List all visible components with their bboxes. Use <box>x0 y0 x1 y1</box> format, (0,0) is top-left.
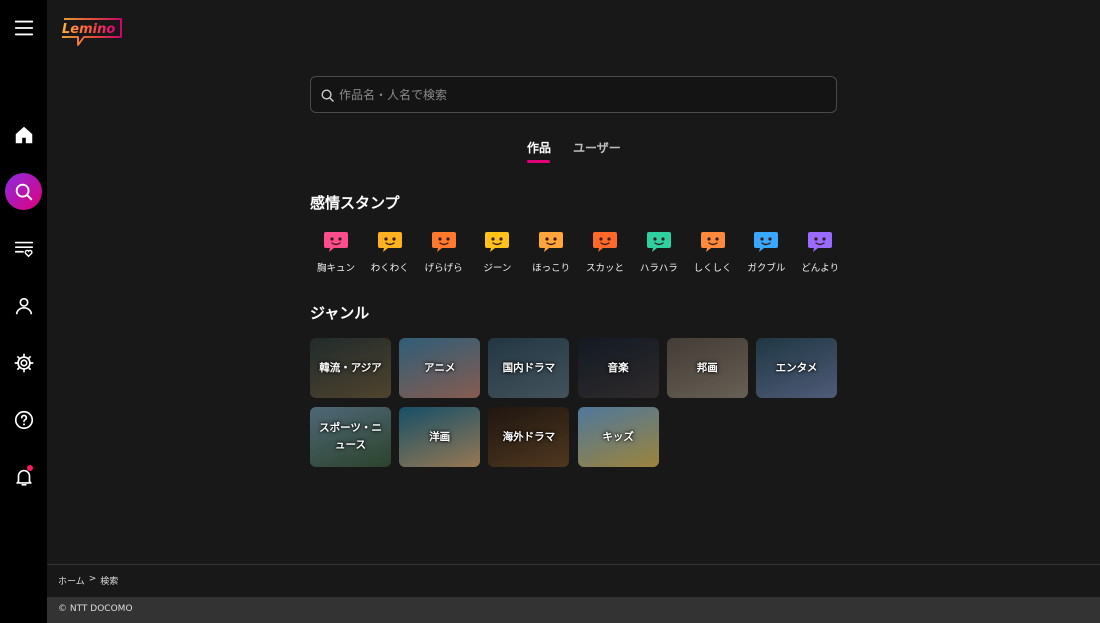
genre-tile[interactable]: 国内ドラマ <box>488 338 570 398</box>
stamp-label: 胸キュン <box>316 263 355 274</box>
footer: © NTT DOCOMO <box>47 597 1100 623</box>
stamp-face-icon <box>485 232 510 252</box>
sidebar-item-settings[interactable] <box>5 344 42 381</box>
stamp-label: げらげら <box>424 263 463 274</box>
stamp-item[interactable]: ほっこり <box>525 229 577 275</box>
stamp-item[interactable]: げらげら <box>418 229 470 275</box>
tab-works[interactable]: 作品 <box>527 139 551 156</box>
genre-label: 海外ドラマ <box>502 430 556 443</box>
copyright: © NTT DOCOMO <box>58 604 133 614</box>
sidebar-item-home[interactable] <box>5 116 42 153</box>
search-input[interactable] <box>339 77 829 112</box>
stamp-label: どんより <box>801 263 840 274</box>
genre-tile[interactable]: スポーツ・ニュース <box>310 407 391 467</box>
genre-tile[interactable]: 韓流・アジア <box>310 338 391 398</box>
list-heart-icon <box>14 241 33 257</box>
tab-users[interactable]: ユーザー <box>573 139 621 156</box>
breadcrumb-home[interactable]: ホーム <box>58 574 85 587</box>
search-box[interactable] <box>310 76 837 113</box>
stamps-title: 感情スタンプ <box>310 194 400 212</box>
genre-label: エンタメ <box>775 361 818 374</box>
stamp-face-icon <box>539 232 564 252</box>
genre-label: スポーツ・ニュース <box>319 422 382 451</box>
stamp-label: しくしく <box>693 263 732 274</box>
stamp-face-icon <box>593 232 617 252</box>
sidebar <box>0 0 47 623</box>
stamp-label: ほっこり <box>532 263 571 274</box>
genre-tile[interactable]: キッズ <box>577 407 659 467</box>
genre-tile[interactable]: エンタメ <box>756 338 837 398</box>
genre-label: 音楽 <box>607 361 629 374</box>
genre-tile[interactable]: 邦画 <box>666 338 748 398</box>
genre-tile[interactable]: 音楽 <box>577 338 659 398</box>
stamp-face-icon <box>377 232 402 252</box>
stamp-label: スカッと <box>585 263 624 274</box>
breadcrumb-current: 検索 <box>100 577 119 587</box>
stamp-item[interactable]: ガクブル <box>740 229 792 275</box>
stamp-face-icon <box>754 232 779 252</box>
stamp-face-icon <box>808 232 833 252</box>
search-icon <box>321 89 334 102</box>
stamp-label: わくわく <box>370 263 409 274</box>
search-tabs: 作品 ユーザー <box>527 139 667 165</box>
stamp-item[interactable]: スカッと <box>579 229 631 275</box>
genre-label: キッズ <box>602 430 634 443</box>
active-tab-indicator <box>527 160 550 163</box>
notification-dot <box>27 465 33 471</box>
stamp-face-icon <box>646 232 671 252</box>
genre-label: 邦画 <box>696 361 718 374</box>
menu-button[interactable] <box>5 9 42 46</box>
stamp-item[interactable]: どんより <box>794 229 846 275</box>
genre-tile[interactable]: 海外ドラマ <box>488 407 570 467</box>
stamp-face-icon <box>431 232 456 252</box>
stamp-item[interactable]: ハラハラ <box>633 229 685 275</box>
sidebar-item-account[interactable] <box>5 287 42 324</box>
home-icon <box>15 126 32 143</box>
divider <box>47 564 1100 565</box>
breadcrumb-separator: > <box>88 574 97 584</box>
search-icon <box>15 183 32 200</box>
gear-icon <box>13 352 34 373</box>
stamp-item[interactable]: しくしく <box>687 229 739 275</box>
genre-label: 韓流・アジア <box>319 361 382 374</box>
sidebar-item-search[interactable] <box>5 173 42 210</box>
genre-tile[interactable]: アニメ <box>399 338 481 398</box>
genre-label: 洋画 <box>429 430 451 443</box>
sidebar-item-help[interactable] <box>5 401 42 438</box>
main-content: 作品 ユーザー 感情スタンプ 胸キュン わくわく げらげら ジーン ほっこり スカッと ハラ… <box>47 0 1100 623</box>
stamp-face-icon <box>700 232 725 252</box>
user-icon <box>15 297 32 314</box>
stamp-label: ハラハラ <box>639 263 678 274</box>
genre-tile[interactable]: 洋画 <box>399 407 481 467</box>
genre-grid: 韓流・アジア アニメ 国内ドラマ 音楽 邦画 エンタメスポーツ・ニュース 洋画 海外ドラマ キッ… <box>310 338 850 470</box>
sidebar-item-list[interactable] <box>5 230 42 267</box>
stamp-label: ジーン <box>483 263 512 274</box>
genre-label: アニメ <box>424 361 456 374</box>
genre-label: 国内ドラマ <box>502 361 556 374</box>
stamp-item[interactable]: 胸キュン <box>310 229 362 275</box>
genres-title: ジャンル <box>310 304 370 322</box>
breadcrumb: ホーム > 検索 <box>58 574 118 587</box>
hamburger-icon <box>14 20 33 35</box>
sidebar-item-notifications[interactable] <box>5 458 42 495</box>
stamp-item[interactable]: わくわく <box>364 229 416 275</box>
stamp-item[interactable]: ジーン <box>471 229 523 275</box>
help-icon <box>14 410 33 429</box>
stamp-face-icon <box>324 232 348 252</box>
stamp-label: ガクブル <box>747 263 786 274</box>
stamp-list: 胸キュン わくわく げらげら ジーン ほっこり スカッと ハラハラ しくしく ガクブル どんより <box>310 229 850 279</box>
